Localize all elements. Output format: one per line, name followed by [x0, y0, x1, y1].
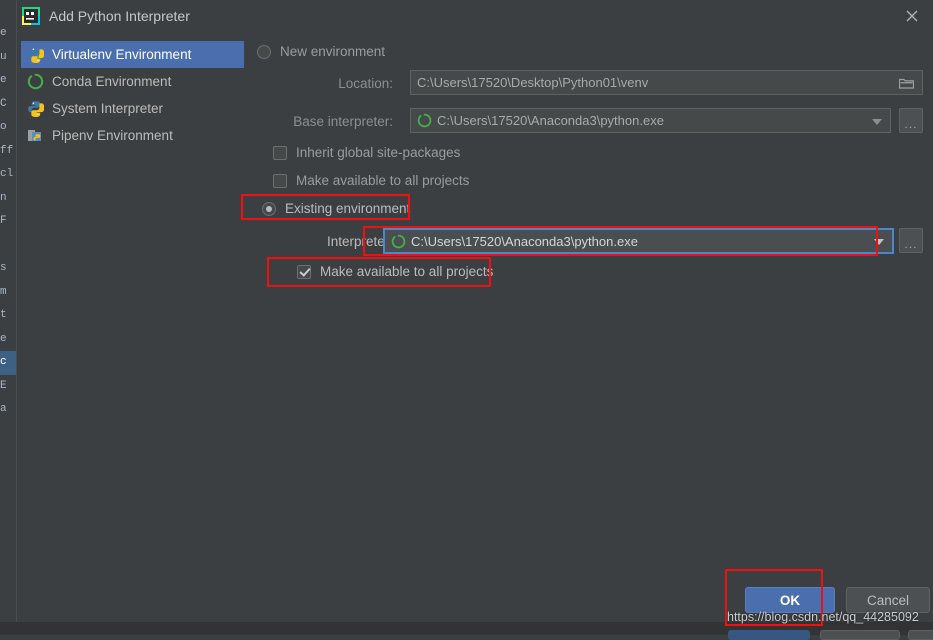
base-interpreter-label: Base interpreter: [293, 114, 393, 129]
background-editor-text: e u e C o ff cl n F s m t e c E a [0, 22, 16, 422]
background-help-button[interactable] [908, 630, 933, 640]
python-icon [27, 100, 45, 118]
location-value: C:\Users\17520\Desktop\Python01\venv [417, 75, 649, 90]
cancel-button[interactable]: Cancel [846, 587, 930, 613]
base-interpreter-browse-button[interactable]: ... [899, 108, 923, 133]
chevron-down-icon[interactable] [872, 118, 882, 125]
interpreter-value: C:\Users\17520\Anaconda3\python.exe [411, 233, 638, 249]
checkbox-indicator [273, 145, 287, 160]
make-available-new-env-checkbox[interactable]: Make available to all projects [273, 173, 469, 188]
sidebar-item-pipenv-environment[interactable]: Pipenv Environment [21, 122, 244, 149]
folder-icon[interactable] [898, 76, 915, 89]
ok-button[interactable]: OK [745, 587, 835, 613]
background-cancel-button[interactable] [820, 630, 900, 640]
add-python-interpreter-dialog: Add Python Interpreter Virtualenv Enviro… [16, 0, 933, 622]
conda-ring-icon [391, 234, 406, 249]
interpreter-combo[interactable]: C:\Users\17520\Anaconda3\python.exe [383, 228, 894, 254]
dialog-titlebar: Add Python Interpreter [17, 0, 933, 33]
location-label: Location: [338, 76, 393, 91]
chevron-down-icon[interactable] [874, 239, 884, 245]
sidebar-item-label: Virtualenv Environment [52, 47, 192, 62]
page-title: Add Python Interpreter [49, 8, 190, 24]
sidebar-item-system-interpreter[interactable]: System Interpreter [21, 95, 244, 122]
new-environment-label: New environment [280, 44, 386, 59]
interpreter-label: Interpreter: [326, 234, 393, 249]
inherit-global-site-packages-checkbox[interactable]: Inherit global site-packages [273, 145, 460, 160]
sidebar-item-virtualenv-environment[interactable]: Virtualenv Environment [21, 41, 244, 68]
background-editor-gutter: e u e C o ff cl n F s m t e c E a [0, 0, 16, 635]
radio-indicator [262, 201, 276, 216]
sidebar-item-label: System Interpreter [52, 101, 164, 116]
sidebar-item-label: Conda Environment [52, 74, 172, 89]
existing-environment-radio[interactable]: Existing environment [262, 201, 410, 216]
existing-environment-label: Existing environment [285, 201, 411, 216]
background-ok-button[interactable] [728, 630, 810, 640]
virtualenv-python-icon [27, 46, 45, 64]
interpreter-browse-button[interactable]: ... [899, 228, 923, 253]
make-available-checkbox[interactable]: Make available to all projects [297, 264, 493, 279]
location-input[interactable]: C:\Users\17520\Desktop\Python01\venv [410, 70, 923, 95]
base-interpreter-value: C:\Users\17520\Anaconda3\python.exe [437, 113, 664, 128]
make-available-new-env-label: Make available to all projects [296, 173, 470, 188]
inherit-global-site-packages-label: Inherit global site-packages [296, 145, 461, 160]
base-interpreter-combo[interactable]: C:\Users\17520\Anaconda3\python.exe [410, 108, 891, 133]
radio-indicator [257, 44, 271, 59]
close-icon[interactable] [891, 1, 933, 31]
checkbox-indicator [297, 264, 311, 279]
pycharm-icon [22, 7, 40, 25]
conda-ring-icon [417, 113, 432, 128]
conda-ring-icon [27, 73, 44, 90]
checkbox-indicator [273, 173, 287, 188]
environment-type-list[interactable]: Virtualenv Environment Conda Environment… [21, 41, 244, 149]
pipenv-icon [27, 127, 44, 144]
sidebar-item-label: Pipenv Environment [52, 128, 173, 143]
make-available-label: Make available to all projects [320, 264, 494, 279]
sidebar-item-conda-environment[interactable]: Conda Environment [21, 68, 244, 95]
new-environment-radio[interactable]: New environment [257, 44, 385, 59]
